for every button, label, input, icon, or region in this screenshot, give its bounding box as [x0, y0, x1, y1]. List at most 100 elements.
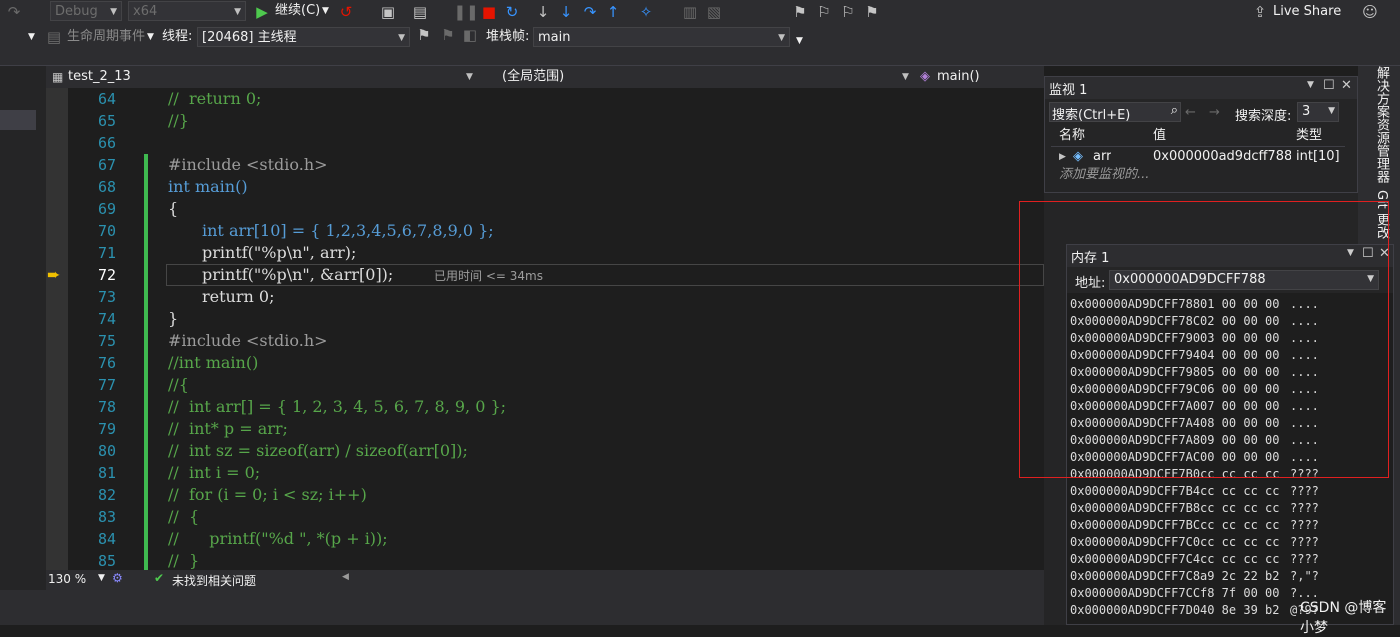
memory-row[interactable]: 0x000000AD9DCFF7B8cc cc cc cc???? — [1070, 500, 1319, 517]
code-line[interactable]: // int* p = arr; — [168, 418, 288, 440]
watch-maximize-icon[interactable]: ☐ — [1323, 78, 1335, 93]
config-select[interactable]: Debug ▼ — [50, 1, 122, 21]
code-line[interactable]: int main() — [168, 176, 248, 198]
memory-row[interactable]: 0x000000AD9DCFF7BCcc cc cc cc???? — [1070, 517, 1319, 534]
code-line[interactable]: int arr[10] = { 1,2,3,4,5,6,7,8,9,0 }; — [202, 220, 494, 242]
memory-bytes[interactable]: cc cc cc cc — [1200, 551, 1290, 568]
flag-thread-icon[interactable]: ⚑ — [414, 25, 434, 45]
toolbar-overflow-icon[interactable]: ▼ — [796, 31, 803, 51]
dropdown-arrow-icon[interactable]: ▼ — [28, 27, 35, 47]
breakpoint-margin[interactable]: ➨ — [46, 88, 68, 570]
open-folder-icon[interactable]: ▣ — [378, 2, 398, 22]
continue-dropdown-icon[interactable]: ▼ — [322, 1, 329, 21]
layout-icon[interactable]: ▤ — [410, 2, 430, 22]
play-icon[interactable]: ▶ — [252, 2, 272, 22]
code-line[interactable]: //{ — [168, 374, 189, 396]
memory-bytes[interactable]: a9 2c 22 b2 — [1200, 568, 1290, 585]
memory-row[interactable]: 0x000000AD9DCFF7C0cc cc cc cc???? — [1070, 534, 1319, 551]
bookmark-next-icon[interactable]: ⚐ — [838, 2, 858, 22]
stack-frame-select[interactable]: main ▼ — [533, 27, 790, 47]
solution-explorer-tab[interactable]: 解决方案资源管理器 — [1372, 66, 1391, 183]
memory-bytes[interactable]: 02 00 00 00 — [1200, 313, 1290, 330]
watch-close-icon[interactable]: ✕ — [1341, 78, 1352, 93]
code-line[interactable]: // int sz = sizeof(arr) / sizeof(arr[0])… — [168, 440, 468, 462]
step-down-icon[interactable]: ↓ — [533, 2, 553, 22]
memory-row[interactable]: 0x000000AD9DCFF79003 00 00 00.... — [1070, 330, 1319, 347]
expand-arrow-icon[interactable]: ▶ — [1059, 148, 1066, 166]
add-watch-input[interactable]: 添加要监视的... — [1059, 166, 1149, 184]
stop-icon[interactable]: ■ — [479, 2, 499, 22]
memory-row[interactable]: 0x000000AD9DCFF7A809 00 00 00.... — [1070, 432, 1319, 449]
scroll-left-icon[interactable]: ◀ — [342, 572, 349, 582]
bookmark-clear-icon[interactable]: ⚑ — [862, 2, 882, 22]
watch-item-value[interactable]: 0x000000ad9dcff788 {... — [1153, 148, 1291, 166]
code-line[interactable]: // int arr[] = { 1, 2, 3, 4, 5, 6, 7, 8,… — [168, 396, 506, 418]
intellicode-icon[interactable]: ⚙ — [112, 571, 123, 585]
memory-bytes[interactable]: cc cc cc cc — [1200, 466, 1290, 483]
watch-menu-icon[interactable]: ▼ — [1307, 80, 1314, 90]
code-line[interactable]: } — [168, 308, 178, 330]
memory-row[interactable]: 0x000000AD9DCFF7CCf8 7f 00 00?... — [1070, 585, 1319, 602]
memory-bytes[interactable]: 07 00 00 00 — [1200, 398, 1290, 415]
memory-maximize-icon[interactable]: ☐ — [1362, 246, 1374, 261]
left-panel-item[interactable] — [0, 110, 36, 130]
code-line[interactable]: // for (i = 0; i < sz; i++) — [168, 484, 367, 506]
step-into-icon[interactable]: ↓ — [556, 2, 576, 22]
memory-bytes[interactable]: 00 00 00 00 — [1200, 449, 1290, 466]
memory-row[interactable]: 0x000000AD9DCFF7B0cc cc cc cc???? — [1070, 466, 1319, 483]
pause-icon[interactable]: ❚❚ — [453, 2, 478, 22]
memory-bytes[interactable]: cc cc cc cc — [1200, 483, 1290, 500]
chart-icon[interactable]: ▥ — [680, 2, 700, 22]
memory-bytes[interactable]: 01 00 00 00 — [1200, 296, 1290, 313]
address-input[interactable]: 0x000000AD9DCFF788 ▼ — [1109, 270, 1379, 290]
code-line[interactable]: //int main() — [168, 352, 258, 374]
code-editor[interactable]: // return 0;//} #include <stdio.h> int mai… — [166, 88, 1044, 570]
memory-bytes[interactable]: 06 00 00 00 — [1200, 381, 1290, 398]
step-out-icon[interactable]: ↑ — [603, 2, 623, 22]
hot-reload-icon[interactable]: ↺ — [336, 2, 356, 22]
lifecycle-icon[interactable]: ▤ — [44, 27, 64, 47]
memory-bytes[interactable]: 09 00 00 00 — [1200, 432, 1290, 449]
memory-row[interactable]: 0x000000AD9DCFF79805 00 00 00.... — [1070, 364, 1319, 381]
search-back-icon[interactable]: ← — [1185, 105, 1196, 120]
function-select[interactable]: main() — [937, 66, 980, 88]
col-name-header[interactable]: 名称 — [1059, 127, 1085, 145]
zoom-level[interactable]: 130 % — [48, 572, 86, 586]
memory-row[interactable]: 0x000000AD9DCFF7B4cc cc cc cc???? — [1070, 483, 1319, 500]
thread-switch-icon[interactable]: ◧ — [460, 25, 480, 45]
memory-bytes[interactable]: 03 00 00 00 — [1200, 330, 1290, 347]
code-line[interactable]: { — [168, 198, 178, 220]
memory-row[interactable]: 0x000000AD9DCFF7AC00 00 00 00.... — [1070, 449, 1319, 466]
lifecycle-dropdown-icon[interactable]: ▼ — [147, 27, 154, 47]
memory-row[interactable]: 0x000000AD9DCFF78801 00 00 00.... — [1070, 296, 1319, 313]
search-icon[interactable]: ⌕ — [1171, 103, 1178, 118]
scope-select[interactable]: (全局范围) — [502, 66, 564, 88]
watch-item-name[interactable]: arr — [1093, 148, 1111, 166]
current-statement-arrow-icon[interactable]: ➨ — [47, 264, 60, 286]
memory-row[interactable]: 0x000000AD9DCFF7A007 00 00 00.... — [1070, 398, 1319, 415]
memory-row[interactable]: 0x000000AD9DCFF78C02 00 00 00.... — [1070, 313, 1319, 330]
memory-row[interactable]: 0x000000AD9DCFF7C8a9 2c 22 b2 ?,"? — [1070, 568, 1319, 585]
code-line[interactable]: printf("%p\n", &arr[0]); — [202, 264, 393, 286]
step-over-icon[interactable]: ↷ — [580, 2, 600, 22]
code-line[interactable]: #include <stdio.h> — [168, 330, 328, 352]
git-changes-tab[interactable]: Git 更改 — [1372, 190, 1391, 239]
col-type-header[interactable]: 类型 — [1296, 127, 1322, 145]
memory-row[interactable]: 0x000000AD9DCFF79404 00 00 00.... — [1070, 347, 1319, 364]
zoom-dropdown-icon[interactable]: ▼ — [98, 573, 105, 583]
col-value-header[interactable]: 值 — [1153, 127, 1166, 145]
project-select[interactable]: test_2_13 — [68, 66, 131, 88]
toggle-icon[interactable]: ▧ — [704, 2, 724, 22]
platform-select[interactable]: x64 ▼ — [128, 1, 246, 21]
search-depth-select[interactable]: 3 ▼ — [1297, 102, 1339, 122]
project-dropdown-icon[interactable]: ▼ — [466, 66, 473, 88]
memory-bytes[interactable]: cc cc cc cc — [1200, 500, 1290, 517]
code-line[interactable]: // { — [168, 506, 199, 528]
account-icon[interactable]: ☺ — [1360, 2, 1380, 22]
memory-close-icon[interactable]: ✕ — [1379, 246, 1390, 261]
memory-bytes[interactable]: 08 00 00 00 — [1200, 415, 1290, 432]
code-line[interactable]: // return 0; — [168, 88, 261, 110]
bookmark-icon[interactable]: ⚑ — [790, 2, 810, 22]
filter-thread-icon[interactable]: ⚑ — [438, 25, 458, 45]
continue-button[interactable]: 继续(C) — [275, 1, 320, 21]
